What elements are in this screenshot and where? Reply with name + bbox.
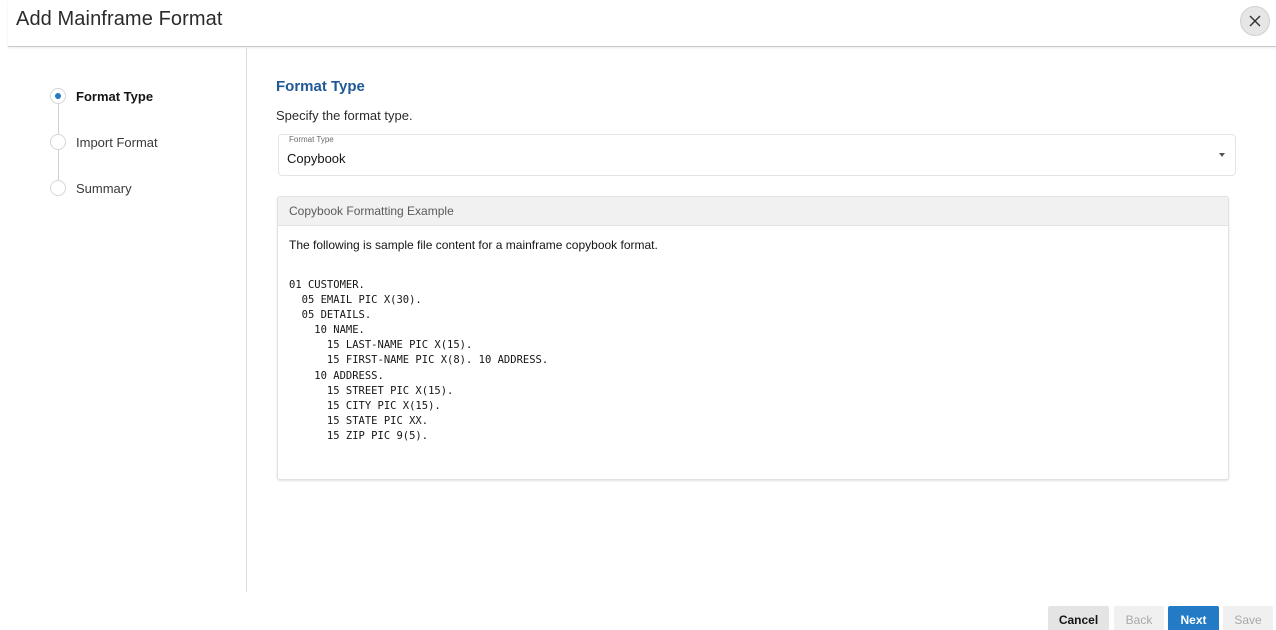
example-intro: The following is sample file content for… <box>289 238 658 252</box>
step-label: Format Type <box>76 88 154 104</box>
step-label: Summary <box>76 180 132 196</box>
format-type-select[interactable]: Format Type Copybook <box>278 134 1236 176</box>
step-format-type[interactable]: Format Type <box>50 86 153 106</box>
next-button[interactable]: Next <box>1168 606 1219 630</box>
step-train: Format Type Import Format Summary <box>8 48 247 592</box>
dialog-title: Add Mainframe Format <box>16 8 223 30</box>
format-type-label: Format Type <box>287 135 336 144</box>
add-mainframe-format-dialog: Add Mainframe Format Format Type Import … <box>0 0 1276 630</box>
copybook-example-panel: Copybook Formatting Example The followin… <box>277 196 1229 480</box>
step-indicator <box>50 134 66 150</box>
step-import-format[interactable]: Import Format <box>50 132 158 152</box>
code-line: 15 FIRST-NAME PIC X(8). 10 ADDRESS. <box>289 354 549 367</box>
section-description: Specify the format type. <box>276 108 413 123</box>
example-panel-header: Copybook Formatting Example <box>278 197 1228 226</box>
cancel-button[interactable]: Cancel <box>1048 606 1109 630</box>
code-line: 15 CITY PIC X(15). <box>289 399 441 412</box>
close-button[interactable] <box>1240 6 1270 36</box>
step-summary[interactable]: Summary <box>50 178 132 198</box>
dialog-footer: Cancel Back Next Save <box>0 604 1276 630</box>
code-line: 01 CUSTOMER. <box>289 279 365 291</box>
example-panel-body: The following is sample file content for… <box>278 226 1228 456</box>
code-line: 15 STATE PIC XX. <box>289 414 429 427</box>
code-line: 15 ZIP PIC 9(5). <box>289 429 429 442</box>
step-active-indicator <box>50 88 66 104</box>
chevron-down-icon <box>1219 153 1225 157</box>
code-line: 15 LAST-NAME PIC X(15). <box>289 339 473 352</box>
step-label: Import Format <box>76 134 158 150</box>
code-sample: 01 CUSTOMER. 05 EMAIL PIC X(30). 05 DETA… <box>289 278 1217 444</box>
dialog-header: Add Mainframe Format <box>8 0 1276 47</box>
format-type-value: Copybook <box>287 151 346 166</box>
back-button[interactable]: Back <box>1114 606 1164 630</box>
close-icon <box>1249 15 1261 27</box>
code-line: 15 STREET PIC X(15). <box>289 384 454 397</box>
code-line: 05 EMAIL PIC X(30). <box>289 294 422 307</box>
step-indicator <box>50 180 66 196</box>
save-button[interactable]: Save <box>1223 606 1273 630</box>
code-line: 10 ADDRESS. <box>289 369 384 382</box>
code-line: 10 NAME. <box>289 324 365 337</box>
code-line: 05 DETAILS. <box>289 309 372 322</box>
section-title: Format Type <box>276 78 365 95</box>
